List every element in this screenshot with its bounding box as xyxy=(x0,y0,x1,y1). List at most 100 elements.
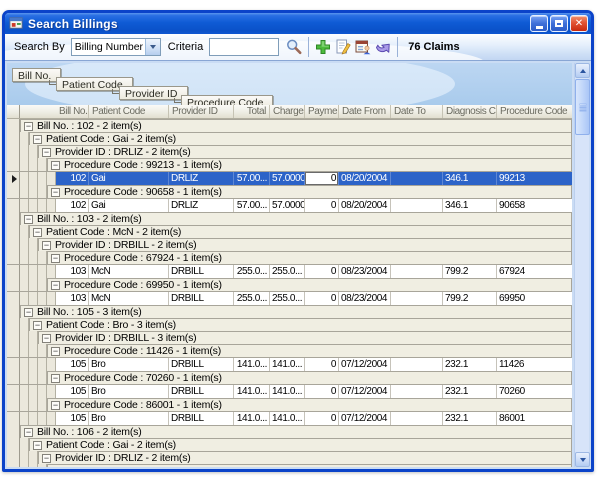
group-box-bill-no-106-2-item-s[interactable]: −Bill No. : 106 - 2 item(s) xyxy=(20,425,572,438)
column-header-date-to[interactable]: Date To xyxy=(391,105,443,118)
cell-charges[interactable]: 141.0... xyxy=(270,412,305,425)
cell-patient-code[interactable]: McN xyxy=(89,292,169,305)
group-row[interactable]: −Procedure Code : 69950 - 1 item(s) xyxy=(7,278,572,291)
cell-date-to[interactable] xyxy=(391,385,443,398)
cell-date-from[interactable]: 08/20/2004 xyxy=(339,172,391,185)
collapse-icon[interactable]: − xyxy=(42,454,51,463)
column-header-payme[interactable]: Payme... xyxy=(305,105,339,118)
group-box-provider-id-drbill-3-item-s[interactable]: −Provider ID : DRBILL - 3 item(s) xyxy=(38,331,572,344)
edit-claim-button[interactable] xyxy=(333,37,353,57)
cell-charges[interactable]: 141.0... xyxy=(270,358,305,371)
scrollbar-thumb[interactable] xyxy=(575,79,590,135)
group-row[interactable]: − xyxy=(7,464,572,467)
cell-charges[interactable]: 57.0000 xyxy=(270,172,305,185)
group-box-provider-id-drbill-2-item-s[interactable]: −Provider ID : DRBILL - 2 item(s) xyxy=(38,238,572,251)
collapse-icon[interactable]: − xyxy=(51,281,60,290)
collapse-icon[interactable]: − xyxy=(51,161,60,170)
cell-provider-id[interactable]: DRBILL xyxy=(169,292,234,305)
collapse-icon[interactable]: − xyxy=(33,321,42,330)
column-header-charges[interactable]: Charges xyxy=(270,105,305,118)
cell-bill-no[interactable]: 102 xyxy=(56,172,89,185)
cell-payme[interactable]: 0 xyxy=(305,292,339,305)
collapse-icon[interactable]: − xyxy=(24,308,33,317)
cell-diagnosis-code[interactable]: 346.1 xyxy=(443,172,497,185)
data-row[interactable]: 105BroDRBILL141.0...141.0...007/12/20042… xyxy=(7,411,572,425)
cell-patient-code[interactable]: Bro xyxy=(89,358,169,371)
cell-provider-id[interactable]: DRBILL xyxy=(169,385,234,398)
group-row[interactable]: −Procedure Code : 67924 - 1 item(s) xyxy=(7,251,572,264)
group-row[interactable]: −Patient Code : McN - 2 item(s) xyxy=(7,225,572,238)
column-header-bill-no[interactable]: Bill No. xyxy=(56,105,89,118)
scroll-up-button[interactable] xyxy=(575,63,590,78)
cell-bill-no[interactable]: 105 xyxy=(56,385,89,398)
payment-editor[interactable]: 0 xyxy=(305,172,339,185)
cell-total[interactable]: 141.0... xyxy=(234,385,270,398)
group-row[interactable]: −Bill No. : 105 - 3 item(s) xyxy=(7,305,572,318)
vertical-scrollbar[interactable] xyxy=(574,63,589,467)
cell-patient-code[interactable]: Bro xyxy=(89,412,169,425)
maximize-button[interactable] xyxy=(550,15,568,32)
cell-payme[interactable]: 0 xyxy=(305,412,339,425)
column-header-date-from[interactable]: Date From xyxy=(339,105,391,118)
cell-total[interactable]: 255.0... xyxy=(234,292,270,305)
cell-total[interactable]: 141.0... xyxy=(234,358,270,371)
patient-report-button[interactable] xyxy=(353,37,373,57)
column-header-provider-id[interactable]: Provider ID xyxy=(169,105,234,118)
group-box-procedure-code-70260-1-item-s[interactable]: −Procedure Code : 70260 - 1 item(s) xyxy=(47,371,572,384)
group-box-patient-code-bro-3-item-s[interactable]: −Patient Code : Bro - 3 item(s) xyxy=(29,318,572,331)
collapse-icon[interactable]: − xyxy=(51,347,60,356)
group-box-patient-code-gai-2-item-s[interactable]: −Patient Code : Gai - 2 item(s) xyxy=(29,132,572,145)
group-by-panel[interactable]: Bill No.Patient CodeProvider IDProcedure… xyxy=(7,63,572,105)
search-button[interactable] xyxy=(284,37,304,57)
group-box-bill-no-102-2-item-s[interactable]: −Bill No. : 102 - 2 item(s) xyxy=(20,119,572,132)
cell-provider-id[interactable]: DRBILL xyxy=(169,412,234,425)
collapse-icon[interactable]: − xyxy=(51,401,60,410)
column-header-procedure-code[interactable]: Procedure Code xyxy=(497,105,572,118)
cell-patient-code[interactable]: Bro xyxy=(89,385,169,398)
cell-bill-no[interactable]: 102 xyxy=(56,199,89,212)
cell-date-to[interactable] xyxy=(391,358,443,371)
cell-total[interactable]: 141.0... xyxy=(234,412,270,425)
cell-charges[interactable]: 255.0... xyxy=(270,265,305,278)
cell-procedure-code[interactable]: 86001 xyxy=(497,412,572,425)
cell-diagnosis-code[interactable]: 232.1 xyxy=(443,412,497,425)
cell-bill-no[interactable]: 103 xyxy=(56,292,89,305)
cell-payme[interactable]: 0 xyxy=(305,358,339,371)
cell-procedure-code[interactable]: 99213 xyxy=(497,172,572,185)
cell-diagnosis-code[interactable]: 232.1 xyxy=(443,358,497,371)
collapse-icon[interactable]: − xyxy=(42,334,51,343)
group-row[interactable]: −Bill No. : 106 - 2 item(s) xyxy=(7,425,572,438)
data-row[interactable]: 105BroDRBILL141.0...141.0...007/12/20042… xyxy=(7,357,572,371)
cell-total[interactable]: 255.0... xyxy=(234,265,270,278)
group-box-procedure-code-99213-1-item-s[interactable]: −Procedure Code : 99213 - 1 item(s) xyxy=(47,158,572,171)
collapse-icon[interactable]: − xyxy=(33,228,42,237)
cell-bill-no[interactable]: 105 xyxy=(56,412,89,425)
cell-payme[interactable]: 0 xyxy=(305,265,339,278)
group-box-patient-code-mcn-2-item-s[interactable]: −Patient Code : McN - 2 item(s) xyxy=(29,225,572,238)
group-row[interactable]: −Procedure Code : 90658 - 1 item(s) xyxy=(7,185,572,198)
collapse-icon[interactable]: − xyxy=(24,215,33,224)
group-row[interactable]: −Patient Code : Gai - 2 item(s) xyxy=(7,438,572,451)
cell-patient-code[interactable]: McN xyxy=(89,265,169,278)
cell-provider-id[interactable]: DRLIZ xyxy=(169,199,234,212)
cell-diagnosis-code[interactable]: 799.2 xyxy=(443,292,497,305)
group-row[interactable]: −Patient Code : Bro - 3 item(s) xyxy=(7,318,572,331)
cell-patient-code[interactable]: Gai xyxy=(89,172,169,185)
cell-date-to[interactable] xyxy=(391,265,443,278)
group-row[interactable]: −Patient Code : Gai - 2 item(s) xyxy=(7,132,572,145)
cell-date-to[interactable] xyxy=(391,199,443,212)
cell-date-from[interactable]: 07/12/2004 xyxy=(339,385,391,398)
group-box-patient-code-gai-2-item-s[interactable]: −Patient Code : Gai - 2 item(s) xyxy=(29,438,572,451)
group-row[interactable]: −Procedure Code : 86001 - 1 item(s) xyxy=(7,398,572,411)
cell-date-from[interactable]: 08/23/2004 xyxy=(339,292,391,305)
cell-diagnosis-code[interactable]: 232.1 xyxy=(443,385,497,398)
collapse-icon[interactable]: − xyxy=(51,467,60,468)
column-header-patient-code[interactable]: Patient Code xyxy=(89,105,169,118)
group-box-provider-id-drliz-2-item-s[interactable]: −Provider ID : DRLIZ - 2 item(s) xyxy=(38,145,572,158)
collapse-icon[interactable]: − xyxy=(33,135,42,144)
group-box-procedure-code-69950-1-item-s[interactable]: −Procedure Code : 69950 - 1 item(s) xyxy=(47,278,572,291)
cell-total[interactable]: 57.00... xyxy=(234,172,270,185)
cell-procedure-code[interactable]: 67924 xyxy=(497,265,572,278)
group-box-procedure-code-11426-1-item-s[interactable]: −Procedure Code : 11426 - 1 item(s) xyxy=(47,344,572,357)
cell-total[interactable]: 57.00... xyxy=(234,199,270,212)
